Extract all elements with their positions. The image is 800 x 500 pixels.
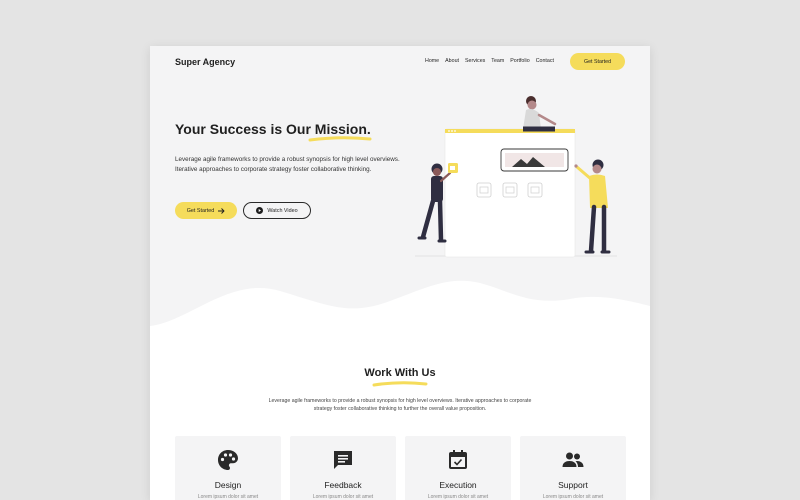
service-card-feedback[interactable]: Feedback Lorem ipsum dolor sit amet <box>290 436 396 500</box>
service-card-label: Execution <box>439 480 477 490</box>
service-card-label: Support <box>558 480 588 490</box>
title-underline <box>308 136 372 142</box>
work-section-title: Work With Us <box>364 367 436 379</box>
nav-link-portfolio[interactable]: Portfolio <box>510 58 529 64</box>
main-nav: Home About Services Team Portfolio Conta… <box>425 58 554 64</box>
hero-description: Leverage agile frameworks to provide a r… <box>175 156 400 174</box>
page-frame: Super Agency Home About Services Team Po… <box>150 46 650 500</box>
hero-get-started-label: Get Started <box>186 207 215 214</box>
nav-link-about[interactable]: About <box>445 58 459 64</box>
calendar-check-icon <box>449 450 467 469</box>
play-icon <box>256 207 264 214</box>
service-card-text: Lorem ipsum dolor sit amet <box>427 494 489 500</box>
nav-link-services[interactable]: Services <box>465 58 485 64</box>
service-card-label: Design <box>214 480 242 490</box>
nav-link-home[interactable]: Home <box>425 58 439 64</box>
service-card-text: Lorem ipsum dolor sit amet <box>542 494 604 500</box>
hero-get-started-button[interactable]: Get Started <box>175 202 237 219</box>
nav-get-started-button[interactable]: Get Started <box>570 53 625 70</box>
service-card-design[interactable]: Design Lorem ipsum dolor sit amet <box>175 436 281 500</box>
service-card-text: Lorem ipsum dolor sit amet <box>197 494 259 500</box>
palette-icon <box>218 450 238 470</box>
arrow-right-icon <box>218 207 225 214</box>
service-card-label: Feedback <box>324 480 362 490</box>
people-icon <box>562 452 584 467</box>
watch-video-button[interactable]: Watch Video <box>243 202 311 219</box>
service-card-text: Lorem ipsum dolor sit amet <box>312 494 374 500</box>
work-title-underline <box>372 381 428 387</box>
service-cards: Design Lorem ipsum dolor sit amet Feedba… <box>175 436 626 500</box>
watch-video-label: Watch Video <box>267 207 298 214</box>
nav-link-contact[interactable]: Contact <box>536 58 554 64</box>
brand-logo[interactable]: Super Agency <box>175 57 235 67</box>
work-section-description: Leverage agile frameworks to provide a r… <box>268 398 532 413</box>
feedback-icon <box>334 451 352 469</box>
hero-illustration <box>415 96 617 258</box>
service-card-support[interactable]: Support Lorem ipsum dolor sit amet <box>520 436 626 500</box>
nav-link-team[interactable]: Team <box>491 58 504 64</box>
service-card-execution[interactable]: Execution Lorem ipsum dolor sit amet <box>405 436 511 500</box>
